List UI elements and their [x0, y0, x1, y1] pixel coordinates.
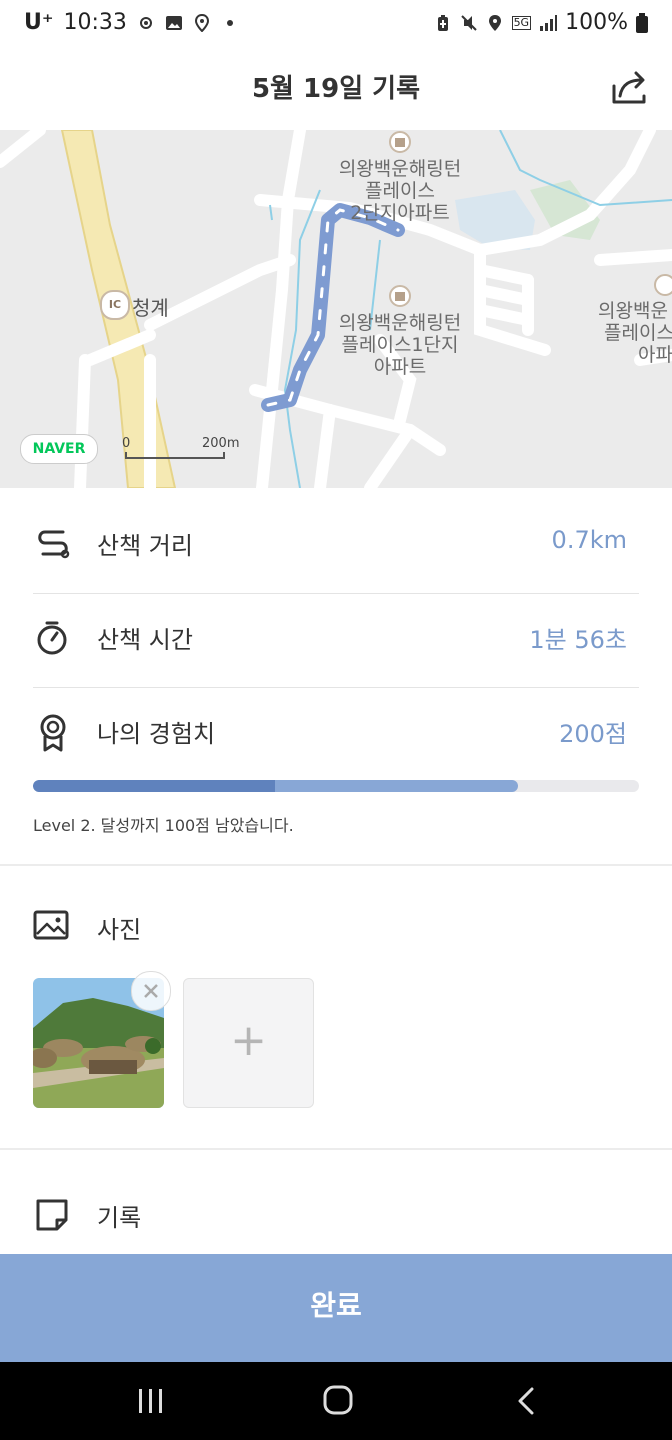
memo-row[interactable]: 기록 [33, 1188, 639, 1240]
stat-row-xp: 나의 경험치 200점 [33, 688, 639, 780]
battery-percent: 100% [565, 10, 628, 35]
mute-icon [460, 14, 477, 31]
ic-badge: IC [100, 290, 130, 320]
naver-logo: NAVER [20, 434, 98, 464]
home-icon[interactable] [322, 1384, 354, 1416]
gallery-icon [165, 15, 182, 30]
battery-icon [636, 12, 648, 33]
photos-label: 사진 [97, 916, 142, 944]
map-label-place-1: 의왕백운해링턴 플레이스1단지 아파트 [338, 312, 462, 378]
level-status-text: Level 2. 달성까지 100점 남았습니다. [33, 816, 294, 835]
xp-value: 200점 [559, 720, 627, 748]
section-divider [0, 864, 672, 866]
system-nav-bar [0, 1362, 672, 1440]
section-divider [0, 1148, 672, 1150]
map-label-place-2: 의왕백운해링턴 플레이스 2단지아파트 [338, 158, 462, 224]
remove-photo-button[interactable] [131, 971, 171, 1011]
done-button[interactable]: 완료 [0, 1254, 672, 1362]
stat-row-distance: 산책 거리 0.7km [33, 500, 639, 592]
distance-value: 0.7km [551, 526, 627, 554]
distance-label: 산책 거리 [97, 532, 193, 560]
notification-dot-icon [226, 19, 233, 26]
xp-label: 나의 경험치 [97, 720, 216, 748]
plus-icon: + [230, 1015, 267, 1066]
map-label-place-3: 의왕백운 플레이스 아파 [598, 300, 672, 366]
note-icon [36, 1199, 68, 1231]
share-icon[interactable] [610, 68, 650, 108]
route-icon [38, 530, 70, 559]
ic-name-label: 청계 [132, 296, 169, 320]
location-target-icon [139, 16, 152, 29]
scale-zero-label: 0 [122, 436, 131, 451]
page-title: 5월 19일 기록 [251, 74, 421, 104]
header: 5월 19일 기록 [0, 52, 672, 130]
recent-apps-icon[interactable] [136, 1386, 166, 1416]
photos-header: 사진 [33, 900, 639, 950]
status-bar: U⁺ 10:33 5G 100% [0, 0, 672, 52]
close-icon [144, 984, 158, 998]
xp-progress-bar [33, 780, 639, 792]
memo-label: 기록 [97, 1204, 142, 1232]
route-map[interactable]: 의왕백운해링턴 플레이스 2단지아파트 의왕백운해링턴 플레이스1단지 아파트 의왕백운… [0, 130, 672, 488]
battery-saver-icon [437, 14, 448, 31]
image-icon [33, 910, 69, 940]
scale-distance-label: 200m [202, 436, 240, 451]
carrier-label: U⁺ [24, 10, 54, 35]
add-photo-button[interactable]: + [183, 978, 314, 1108]
medal-icon [40, 714, 66, 752]
time-label: 산책 시간 [97, 626, 193, 654]
stat-row-time: 산책 시간 1분 56초 [33, 594, 639, 686]
location-pin-icon [194, 13, 209, 32]
signal-icon [540, 14, 558, 31]
clock: 10:33 [63, 10, 127, 35]
location-icon [488, 14, 501, 31]
back-icon[interactable] [514, 1386, 538, 1416]
stopwatch-icon [37, 621, 67, 655]
network-type-label: 5G [511, 15, 532, 30]
xp-level-fill [33, 780, 276, 792]
time-value: 1분 56초 [529, 626, 627, 654]
